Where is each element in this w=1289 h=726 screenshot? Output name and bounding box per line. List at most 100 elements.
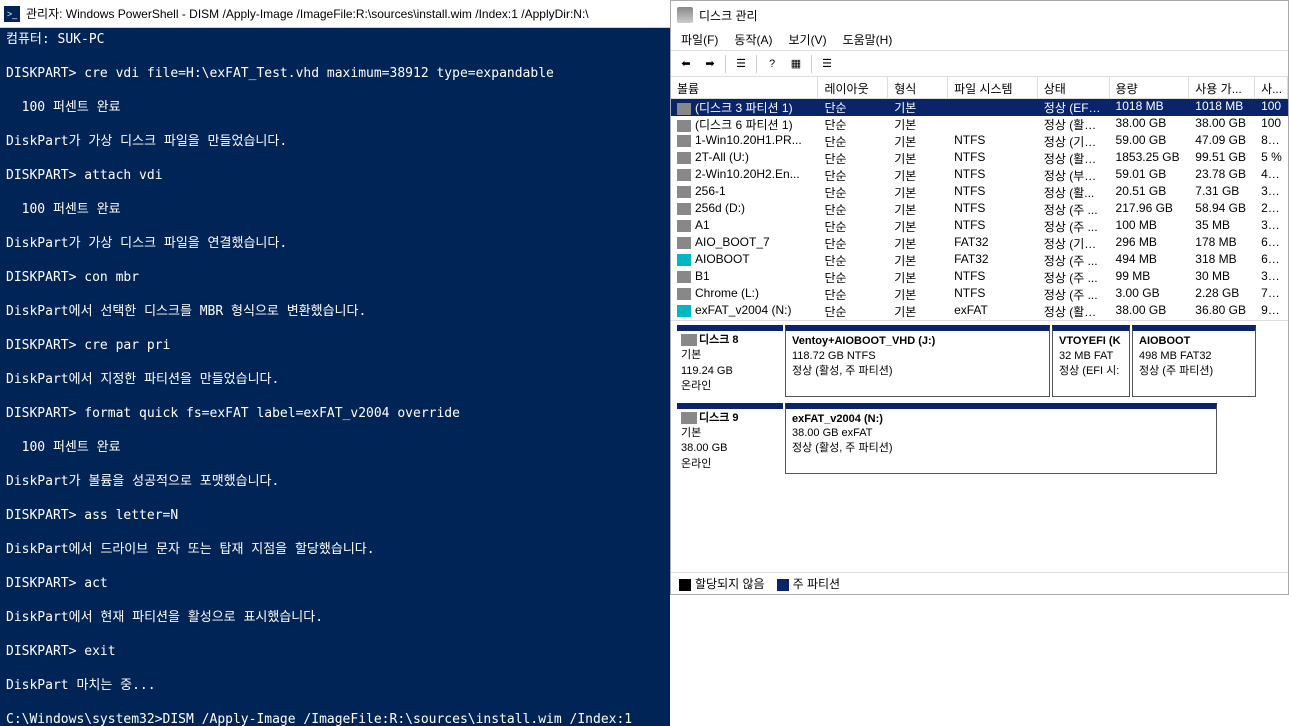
volume-row[interactable]: 2T-All (U:)단순기본NTFS정상 (활성...1853.25 GB99…	[671, 150, 1288, 167]
cell: Chrome (L:)	[671, 286, 818, 303]
console-line: DISKPART> cre par pri	[6, 338, 664, 355]
cell: 단순	[818, 116, 888, 133]
col-capacity[interactable]: 용량	[1110, 77, 1190, 98]
disk-management-window: 디스크 관리 파일(F) 동작(A) 보기(V) 도움말(H) ⬅ ➡ ☰ ? …	[670, 0, 1289, 595]
partition[interactable]: AIOBOOT498 MB FAT32정상 (주 파티션)	[1132, 325, 1256, 397]
cell: 1853.25 GB	[1110, 150, 1190, 167]
cell: 30 MB	[1189, 269, 1255, 286]
console-line	[6, 49, 664, 66]
col-free[interactable]: 사용 가...	[1189, 77, 1255, 98]
console-line: DISKPART> cre vdi file=H:\exFAT_Test.vhd…	[6, 66, 664, 83]
volume-icon	[677, 135, 691, 147]
volume-row[interactable]: AIO_BOOT_7단순기본FAT32정상 (기본...296 MB178 MB…	[671, 235, 1288, 252]
disk-info[interactable]: 디스크 9기본38.00 GB온라인	[677, 403, 783, 475]
cell: 기본	[888, 303, 948, 320]
partition[interactable]: VTOYEFI (K32 MB FAT정상 (EFI 시:	[1052, 325, 1130, 397]
col-filesystem[interactable]: 파일 시스템	[948, 77, 1038, 98]
volume-icon	[677, 169, 691, 181]
refresh-button[interactable]: ☰	[730, 54, 752, 74]
cell: 단순	[818, 235, 888, 252]
volume-row[interactable]: 256-1단순기본NTFS정상 (활...20.51 GB7.31 GB36 %	[671, 184, 1288, 201]
cell: 2-Win10.20H2.En...	[671, 167, 818, 184]
cell: 256d (D:)	[671, 201, 818, 218]
cell	[948, 116, 1038, 133]
cell: 정상 (기본...	[1038, 235, 1110, 252]
cell: 47.09 GB	[1189, 133, 1255, 150]
volume-icon	[677, 186, 691, 198]
cell: 5 %	[1255, 150, 1288, 167]
volume-row[interactable]: (디스크 6 파티션 1)단순기본정상 (활성...38.00 GB38.00 …	[671, 116, 1288, 133]
col-type[interactable]: 형식	[888, 77, 948, 98]
cell: 1018 MB	[1110, 99, 1190, 116]
toolbar-separator	[725, 55, 726, 73]
console-line: DISKPART> exit	[6, 644, 664, 661]
volume-row[interactable]: 2-Win10.20H2.En...단순기본NTFS정상 (부팅...59.01…	[671, 167, 1288, 184]
volume-row[interactable]: Chrome (L:)단순기본NTFS정상 (주 ...3.00 GB2.28 …	[671, 286, 1288, 303]
volume-icon	[677, 305, 691, 317]
cell: 30 %	[1255, 269, 1288, 286]
console-line	[6, 117, 664, 134]
disk-management-titlebar[interactable]: 디스크 관리	[671, 1, 1288, 29]
menu-file[interactable]: 파일(F)	[675, 29, 724, 50]
console-line: DiskPart가 볼륨을 성공적으로 포맷했습니다.	[6, 474, 664, 491]
volume-row[interactable]: A1단순기본NTFS정상 (주 ...100 MB35 MB35 %	[671, 218, 1288, 235]
volume-row[interactable]: exFAT_v2004 (N:)단순기본exFAT정상 (활성...38.00 …	[671, 303, 1288, 320]
cell: 단순	[818, 252, 888, 269]
cell: exFAT	[948, 303, 1038, 320]
cell: 단순	[818, 133, 888, 150]
properties-button[interactable]: ▦	[785, 54, 807, 74]
cell: 정상 (활성...	[1038, 116, 1110, 133]
partition[interactable]: Ventoy+AIOBOOT_VHD (J:)118.72 GB NTFS정상 …	[785, 325, 1050, 397]
cell: 20.51 GB	[1110, 184, 1190, 201]
cell: B1	[671, 269, 818, 286]
volume-row[interactable]: 256d (D:)단순기본NTFS정상 (주 ...217.96 GB58.94…	[671, 201, 1288, 218]
volume-icon	[677, 288, 691, 300]
cell: 정상 (활성...	[1038, 150, 1110, 167]
powershell-title-text: 관리자: Windows PowerShell - DISM /Apply-Im…	[26, 5, 589, 22]
cell: 36 %	[1255, 184, 1288, 201]
forward-button[interactable]: ➡	[699, 54, 721, 74]
disk-management-title-text: 디스크 관리	[699, 7, 758, 24]
volume-row[interactable]: (디스크 3 파티션 1)단순기본정상 (EFI ...1018 MB1018 …	[671, 99, 1288, 116]
powershell-titlebar[interactable]: >_ 관리자: Windows PowerShell - DISM /Apply…	[0, 0, 670, 28]
volume-row[interactable]: B1단순기본NTFS정상 (주 ...99 MB30 MB30 %	[671, 269, 1288, 286]
cell: 정상 (활성...	[1038, 303, 1110, 320]
console-line	[6, 185, 664, 202]
help-button[interactable]: ?	[761, 54, 783, 74]
cell: 38.00 GB	[1110, 116, 1190, 133]
back-button[interactable]: ⬅	[675, 54, 697, 74]
disk-info[interactable]: 디스크 8기본119.24 GB온라인	[677, 325, 783, 397]
cell: 27 %	[1255, 201, 1288, 218]
menu-help[interactable]: 도움말(H)	[837, 29, 899, 50]
volume-row[interactable]: AIOBOOT단순기본FAT32정상 (주 ...494 MB318 MB64 …	[671, 252, 1288, 269]
powershell-icon: >_	[4, 6, 20, 22]
cell: 기본	[888, 116, 948, 133]
console-line: C:\Windows\system32>DISM /Apply-Image /I…	[6, 712, 664, 726]
cell: 76 %	[1255, 286, 1288, 303]
console-line	[6, 287, 664, 304]
volume-row[interactable]: 1-Win10.20H1.PR...단순기본NTFS정상 (기본...59.00…	[671, 133, 1288, 150]
cell: 정상 (기본...	[1038, 133, 1110, 150]
powershell-console[interactable]: 컴퓨터: SUK-PCDISKPART> cre vdi file=H:\exF…	[0, 28, 670, 726]
col-layout[interactable]: 레이아웃	[818, 77, 888, 98]
menu-view[interactable]: 보기(V)	[782, 29, 832, 50]
legend: 할당되지 않음 주 파티션	[671, 572, 1288, 594]
cell: 80 %	[1255, 133, 1288, 150]
col-volume[interactable]: 볼륨	[671, 77, 818, 98]
console-line: DiskPart 마치는 중...	[6, 678, 664, 695]
cell: 38.00 GB	[1189, 116, 1255, 133]
console-line: DISKPART> attach vdi	[6, 168, 664, 185]
menu-action[interactable]: 동작(A)	[728, 29, 778, 50]
disk-row: 디스크 9기본38.00 GB온라인exFAT_v2004 (N:)38.00 …	[677, 403, 1282, 475]
cell: 정상 (활...	[1038, 184, 1110, 201]
col-percent[interactable]: 사...	[1255, 77, 1288, 98]
cell: 기본	[888, 218, 948, 235]
partition[interactable]: exFAT_v2004 (N:)38.00 GB exFAT정상 (활성, 주 …	[785, 403, 1217, 475]
console-line: 100 퍼센트 완료	[6, 202, 664, 219]
legend-primary-label: 주 파티션	[793, 577, 841, 591]
cell: 기본	[888, 133, 948, 150]
col-status[interactable]: 상태	[1038, 77, 1110, 98]
cell: 기본	[888, 150, 948, 167]
list-button[interactable]: ☰	[816, 54, 838, 74]
cell: 단순	[818, 201, 888, 218]
